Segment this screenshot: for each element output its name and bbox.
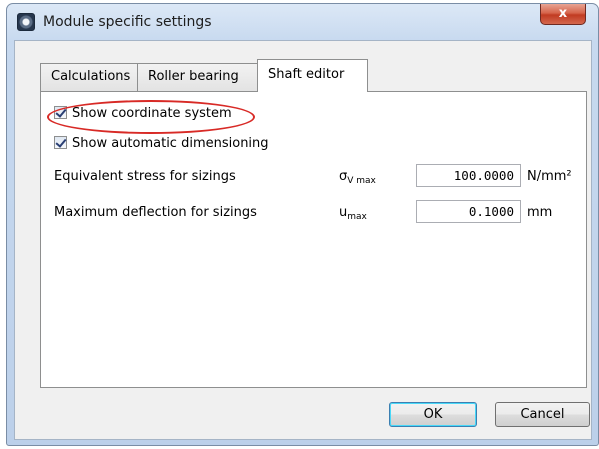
maximum-deflection-input[interactable]: 0.1000 bbox=[416, 200, 521, 223]
tab-shaft-editor[interactable]: Shaft editor bbox=[257, 59, 368, 92]
show-automatic-dimensioning-checkbox[interactable] bbox=[54, 136, 67, 149]
show-automatic-dimensioning-option[interactable]: Show automatic dimensioning bbox=[54, 136, 269, 156]
maximum-deflection-unit: mm bbox=[527, 205, 553, 220]
show-automatic-dimensioning-label: Show automatic dimensioning bbox=[72, 136, 269, 151]
tab-panel-shaft-editor: Show coordinate system Show automatic di… bbox=[40, 91, 587, 388]
dialog-window: Module specific settings x Calculations … bbox=[6, 3, 599, 446]
title-bar: Module specific settings x bbox=[7, 4, 598, 40]
maximum-deflection-symbol: umax bbox=[339, 205, 367, 222]
app-icon bbox=[17, 13, 35, 31]
equivalent-stress-label: Equivalent stress for sizings bbox=[54, 169, 236, 184]
close-button[interactable]: x bbox=[540, 4, 586, 25]
ok-button[interactable]: OK bbox=[389, 402, 477, 427]
show-coordinate-system-option[interactable]: Show coordinate system bbox=[54, 106, 232, 126]
tab-calculations[interactable]: Calculations bbox=[40, 63, 138, 91]
equivalent-stress-symbol: σV max bbox=[339, 169, 376, 186]
window-title: Module specific settings bbox=[43, 14, 212, 30]
maximum-deflection-label: Maximum deflection for sizings bbox=[54, 205, 257, 220]
cancel-button[interactable]: Cancel bbox=[495, 402, 590, 427]
show-coordinate-system-checkbox[interactable] bbox=[54, 106, 67, 119]
dialog-client-area: Calculations Roller bearing Shaft editor… bbox=[14, 40, 592, 440]
show-coordinate-system-label: Show coordinate system bbox=[72, 106, 232, 121]
equivalent-stress-unit: N/mm² bbox=[527, 169, 572, 184]
equivalent-stress-input[interactable]: 100.0000 bbox=[416, 164, 521, 187]
tab-roller-bearing[interactable]: Roller bearing bbox=[137, 63, 258, 91]
